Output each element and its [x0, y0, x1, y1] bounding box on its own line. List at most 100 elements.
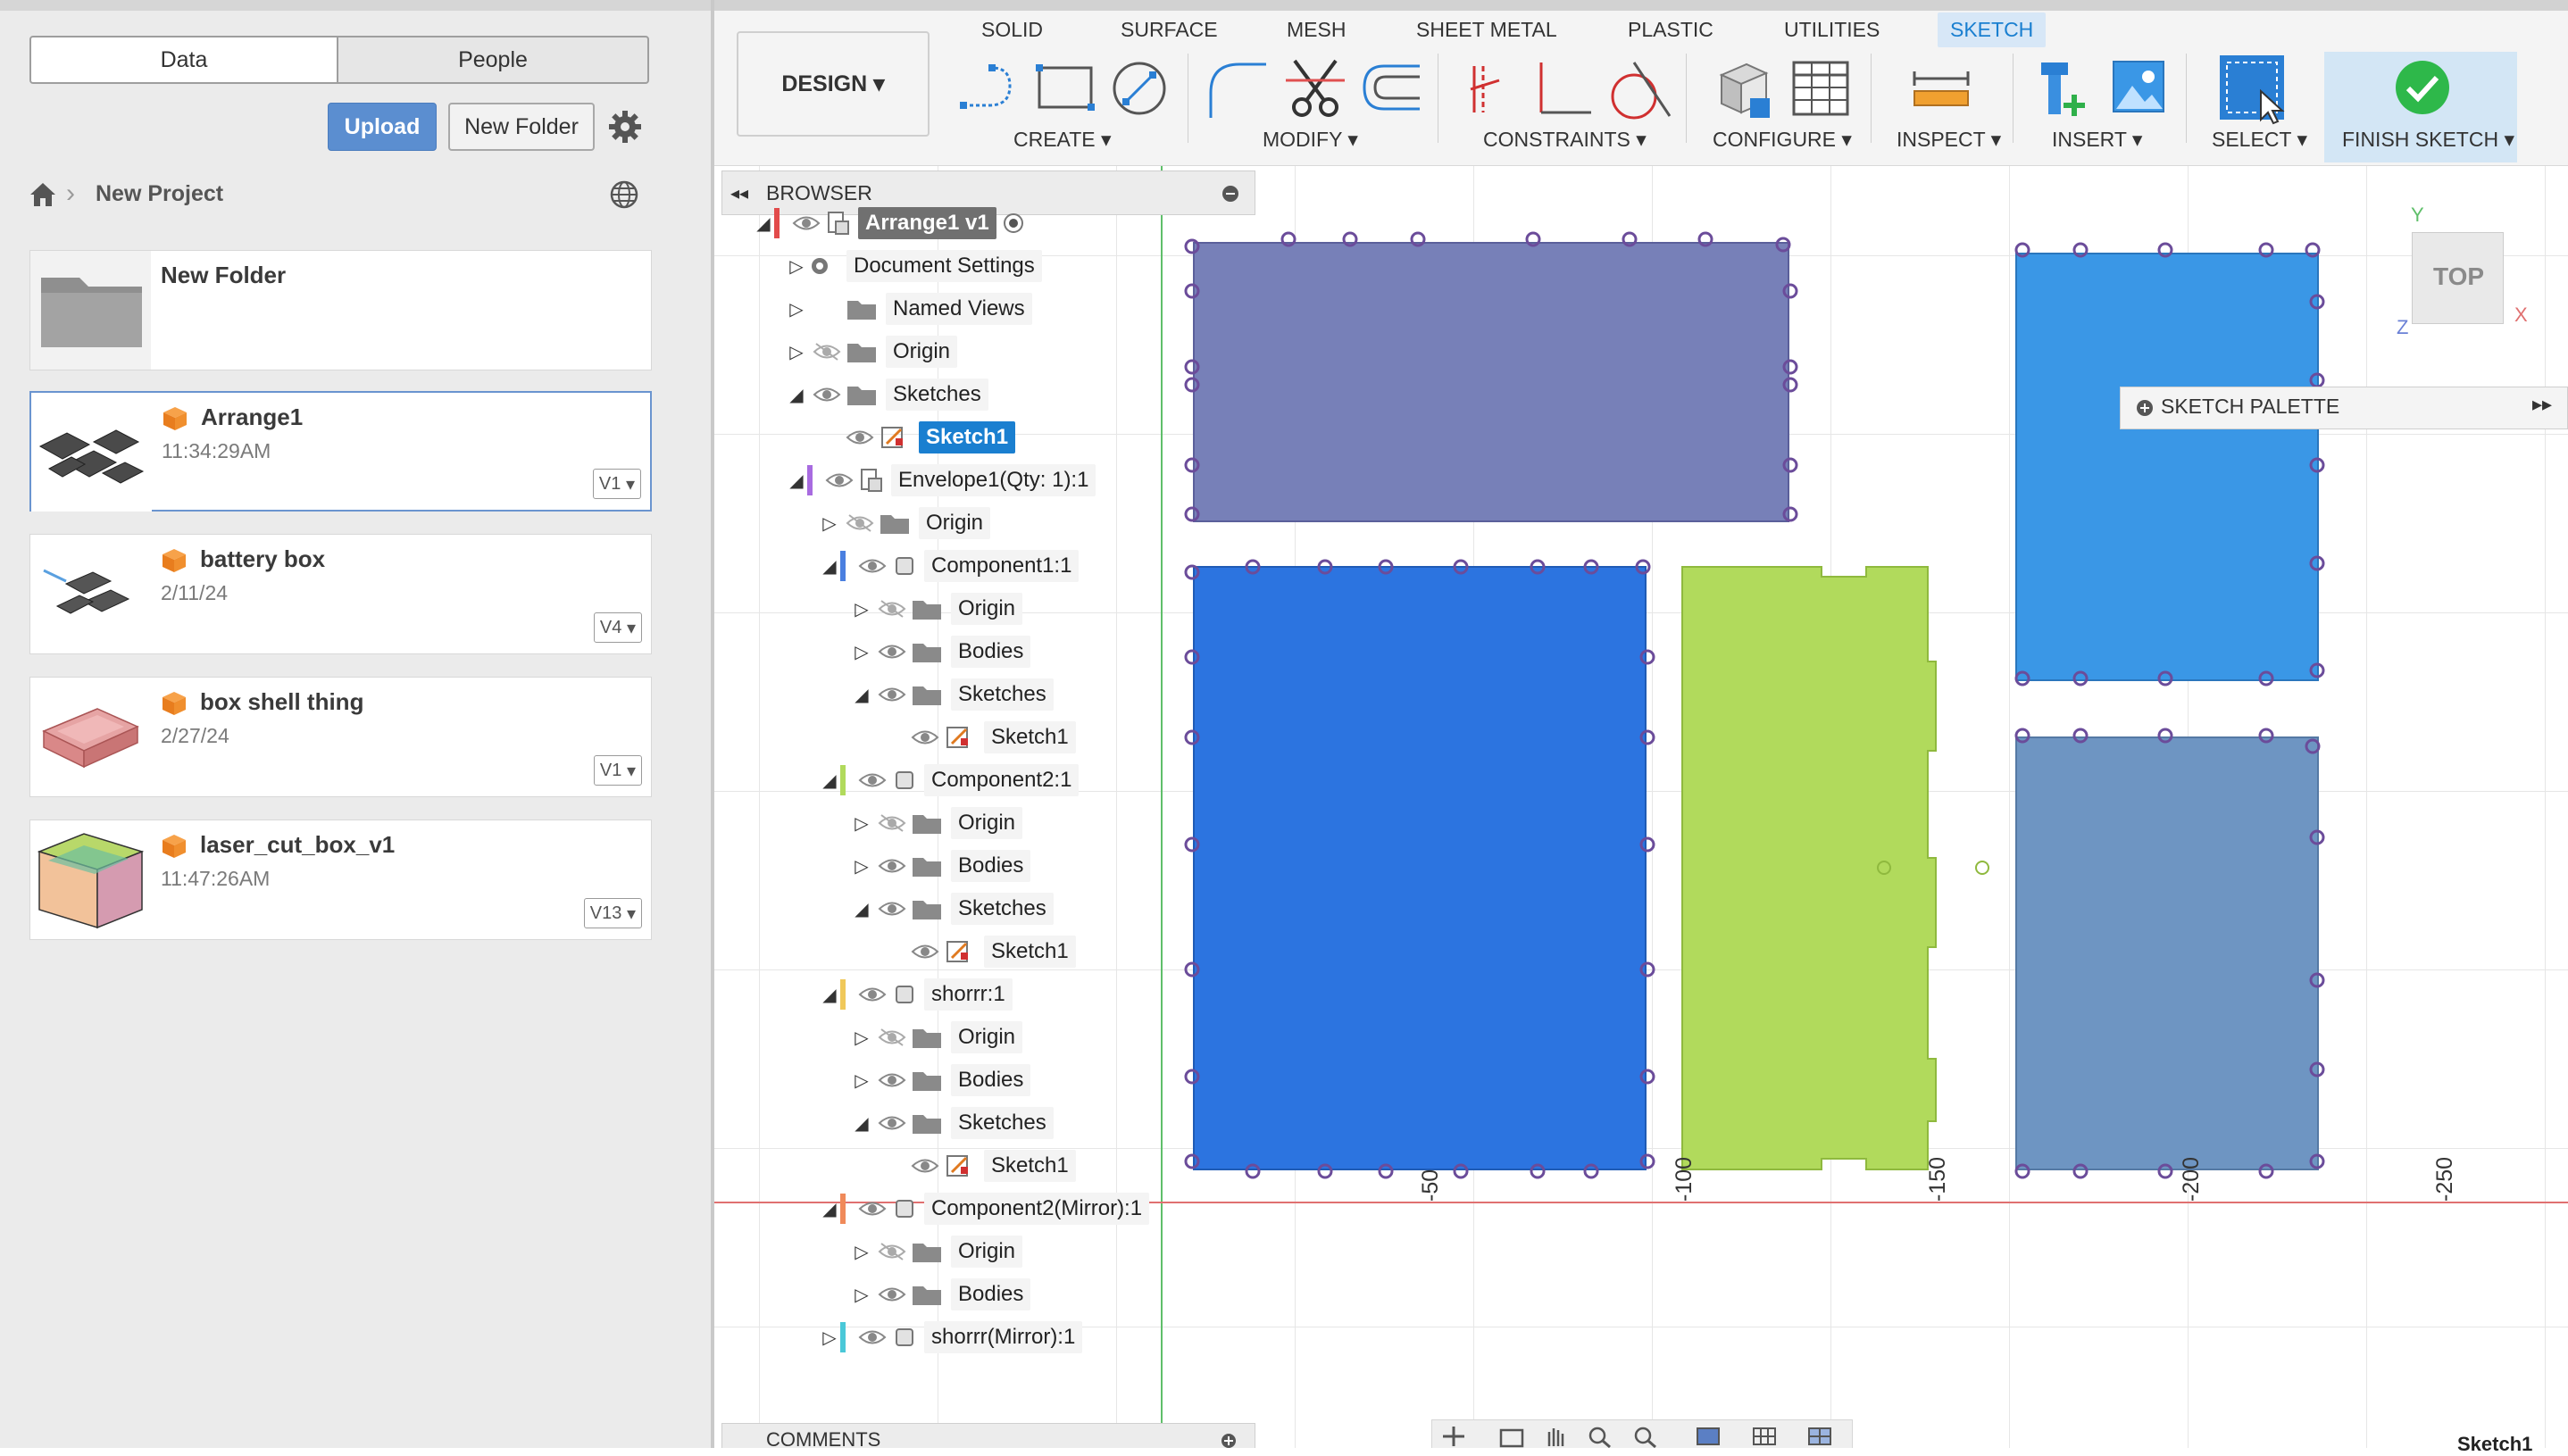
tab-solid[interactable]: SOLID — [981, 18, 1043, 42]
tab-plastic[interactable]: PLASTIC — [1628, 18, 1713, 42]
tree-node[interactable]: ◢ Envelope1(Qty: 1):1 — [786, 461, 1096, 500]
collapsed-triangle-icon[interactable]: ▷ — [851, 1027, 872, 1049]
hidden-visibility-icon[interactable] — [878, 1242, 906, 1261]
tree-node[interactable]: ▷ Origin — [786, 332, 958, 371]
collapsed-triangle-icon[interactable]: ▷ — [851, 598, 872, 620]
tree-node[interactable]: ◢ Sketches — [851, 675, 1054, 714]
grid-settings-icon[interactable] — [1750, 1425, 1779, 1448]
sketch-panel-green[interactable] — [1681, 566, 1989, 1170]
pan-icon[interactable] — [1540, 1425, 1569, 1448]
collapsed-triangle-icon[interactable]: ▷ — [851, 1284, 872, 1306]
coincident-constraint-icon[interactable] — [1469, 62, 1505, 116]
select-group[interactable]: SELECT ▾ — [2212, 128, 2307, 152]
visibility-icon[interactable] — [911, 1156, 939, 1176]
orbit-icon[interactable] — [1439, 1425, 1468, 1448]
sketch-panel-slate[interactable] — [1193, 242, 1789, 522]
visibility-icon[interactable] — [858, 1327, 887, 1347]
zoom-icon[interactable] — [1587, 1425, 1615, 1448]
display-settings-icon[interactable] — [1694, 1425, 1722, 1448]
activate-radio-icon[interactable] — [1002, 212, 1025, 235]
circle-tool-icon[interactable] — [1110, 59, 1169, 118]
sketch-panel-sky[interactable] — [2015, 253, 2319, 681]
tangent-constraint-icon[interactable] — [1607, 59, 1672, 121]
configure-group[interactable]: CONFIGURE ▾ — [1713, 128, 1852, 152]
configure-cube-icon[interactable] — [1711, 57, 1775, 121]
tree-node[interactable]: Sketch1 — [819, 418, 1016, 457]
collapsed-triangle-icon[interactable]: ▷ — [786, 341, 807, 363]
tab-data[interactable]: Data — [29, 36, 338, 84]
collapsed-triangle-icon[interactable]: ▷ — [851, 855, 872, 878]
tree-node[interactable]: ▷ Bodies — [851, 1275, 1031, 1314]
collapsed-triangle-icon[interactable]: ▷ — [851, 641, 872, 663]
tab-mesh[interactable]: MESH — [1287, 18, 1346, 42]
expanded-triangle-icon[interactable]: ◢ — [819, 1198, 840, 1220]
tree-node[interactable]: ◢ shorrr:1 — [819, 975, 1013, 1014]
list-item[interactable]: laser_cut_box_v1 11:47:26AM V13 ▾ — [29, 820, 652, 940]
collapsed-triangle-icon[interactable]: ▷ — [786, 255, 807, 278]
tree-node[interactable]: ▷ shorrr(Mirror):1 — [819, 1318, 1083, 1357]
tree-node[interactable]: ◢ Sketches — [851, 1103, 1054, 1143]
create-group[interactable]: CREATE ▾ — [1013, 128, 1112, 152]
insert-image-icon[interactable] — [2111, 59, 2166, 114]
hidden-visibility-icon[interactable] — [846, 513, 874, 533]
visibility-icon[interactable] — [878, 1113, 906, 1133]
visibility-icon[interactable] — [858, 1199, 887, 1219]
version-dropdown[interactable]: V4 ▾ — [593, 612, 642, 643]
hidden-visibility-icon[interactable] — [813, 342, 841, 362]
home-icon[interactable] — [29, 180, 57, 209]
expanded-triangle-icon[interactable]: ◢ — [851, 684, 872, 706]
expanded-triangle-icon[interactable]: ◢ — [819, 555, 840, 578]
viewports-icon[interactable] — [1805, 1425, 1834, 1448]
version-dropdown[interactable]: V13 ▾ — [583, 898, 642, 928]
visibility-icon[interactable] — [792, 213, 821, 233]
tree-node[interactable]: ◢ Sketches — [786, 375, 988, 414]
list-item-selected[interactable]: Arrange1 11:34:29AM V1 ▾ — [29, 391, 652, 512]
expanded-triangle-icon[interactable]: ◢ — [819, 984, 840, 1006]
visibility-icon[interactable] — [813, 385, 841, 404]
insert-screw-icon[interactable] — [2036, 59, 2093, 121]
visibility-icon[interactable] — [878, 642, 906, 661]
list-item[interactable]: New Folder — [29, 250, 652, 370]
tree-node[interactable]: ◢ Component2(Mirror):1 — [819, 1189, 1150, 1228]
tree-node[interactable]: ▷ Origin — [851, 1232, 1023, 1271]
visibility-icon[interactable] — [858, 556, 887, 576]
tree-node[interactable]: ▷ Origin — [851, 589, 1023, 628]
rectangle-tool-icon[interactable] — [1036, 64, 1095, 112]
visibility-icon[interactable] — [878, 899, 906, 919]
expanded-triangle-icon[interactable]: ◢ — [786, 470, 807, 492]
visibility-icon[interactable] — [846, 428, 874, 447]
visibility-icon[interactable] — [858, 985, 887, 1004]
tree-node[interactable]: ▷ Bodies — [851, 846, 1031, 886]
tree-node[interactable]: ◢ Arrange1 v1 — [753, 204, 1025, 243]
expand-icon[interactable]: ▸▸ — [2532, 393, 2552, 416]
tree-node[interactable]: ◢ Component2:1 — [819, 761, 1080, 800]
visibility-icon[interactable] — [911, 942, 939, 961]
tree-node[interactable]: ▷ Document Settings — [786, 246, 1042, 286]
inspect-group[interactable]: INSPECT ▾ — [1897, 128, 2001, 152]
look-at-icon[interactable] — [1497, 1425, 1526, 1448]
tab-surface[interactable]: SURFACE — [1121, 18, 1218, 42]
visibility-icon[interactable] — [878, 1070, 906, 1090]
modify-group[interactable]: MODIFY ▾ — [1263, 128, 1358, 152]
gear-icon[interactable] — [607, 109, 643, 145]
list-item[interactable]: battery box 2/11/24 V4 ▾ — [29, 534, 652, 654]
upload-button[interactable]: Upload — [328, 103, 437, 151]
hidden-visibility-icon[interactable] — [878, 813, 906, 833]
collapsed-triangle-icon[interactable]: ▷ — [786, 298, 807, 320]
tree-node[interactable]: ◢ Sketches — [851, 889, 1054, 928]
expanded-triangle-icon[interactable]: ◢ — [753, 212, 774, 235]
visibility-icon[interactable] — [878, 685, 906, 704]
offset-tool-icon[interactable] — [1361, 62, 1423, 112]
plus-circle-icon[interactable] — [2136, 399, 2154, 417]
collapse-browser-icon[interactable]: ◂◂ — [730, 182, 748, 204]
sketch-panel-blue[interactable] — [1193, 566, 1647, 1170]
tree-node[interactable]: Sketch1 — [884, 1146, 1076, 1186]
collapsed-triangle-icon[interactable]: ▷ — [851, 812, 872, 835]
hidden-visibility-icon[interactable] — [878, 1028, 906, 1047]
tree-node[interactable]: ▷ Bodies — [851, 632, 1031, 671]
new-folder-button[interactable]: New Folder — [448, 103, 595, 151]
constraints-group[interactable]: CONSTRAINTS ▾ — [1483, 128, 1647, 152]
expanded-triangle-icon[interactable]: ◢ — [819, 770, 840, 792]
expanded-triangle-icon[interactable]: ◢ — [851, 1112, 872, 1135]
list-item[interactable]: box shell thing 2/27/24 V1 ▾ — [29, 677, 652, 797]
